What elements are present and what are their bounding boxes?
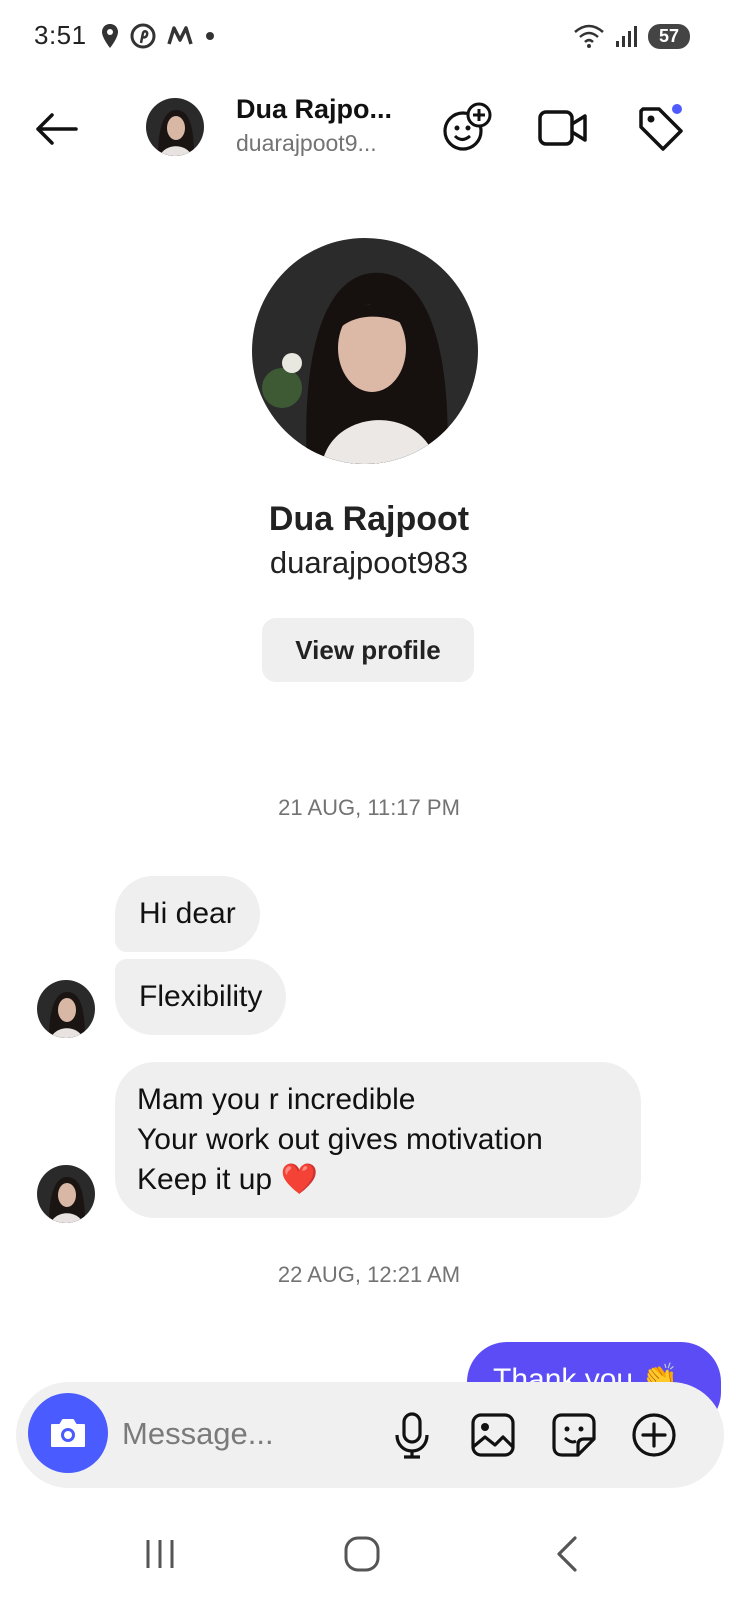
received-message[interactable]: Hi dear [115, 876, 260, 952]
status-time: 3:51 [34, 20, 87, 50]
message-composer [16, 1382, 724, 1488]
sender-avatar[interactable] [37, 1165, 95, 1223]
camera-button[interactable] [28, 1393, 108, 1473]
plus-circle-icon [632, 1413, 676, 1457]
profile-name: Dua Rajpoot [268, 500, 470, 538]
battery-icon: 57 [648, 23, 690, 49]
signal-icon [616, 26, 637, 47]
battery-level: 57 [658, 25, 680, 46]
message-input[interactable] [122, 1412, 382, 1456]
voice-message-button[interactable] [384, 1407, 440, 1463]
sticker-icon [552, 1413, 596, 1457]
more-options-button[interactable] [626, 1407, 682, 1463]
microphone-icon [395, 1412, 429, 1459]
avatar-photo [37, 980, 95, 1038]
header-username[interactable]: duarajpoot9... [236, 130, 377, 157]
message-line: Your work out gives motivation [137, 1123, 543, 1156]
sender-avatar[interactable] [37, 980, 95, 1038]
gallery-icon [471, 1413, 515, 1457]
profile-photo-image [252, 238, 478, 464]
back-button[interactable] [30, 104, 82, 154]
profile-username: duarajpoot983 [269, 545, 469, 580]
home-icon [344, 1536, 380, 1572]
header-name[interactable]: Dua Rajpo... [236, 94, 392, 125]
avatar-photo [37, 1165, 95, 1223]
message-line: Mam you r incredible [137, 1083, 416, 1116]
system-nav-bar [0, 1500, 738, 1599]
add-effect-icon [443, 102, 492, 151]
status-icons-left [100, 22, 216, 50]
received-message[interactable]: Mam you r incredible Your work out gives… [115, 1062, 641, 1218]
message-timestamp: 22 AUG, 12:21 AM [277, 1262, 461, 1287]
recent-apps-button[interactable] [130, 1532, 190, 1576]
camera-icon [51, 1419, 85, 1447]
sticker-button[interactable] [546, 1407, 602, 1463]
back-arrow-icon [36, 113, 78, 145]
message-timestamp: 21 AUG, 11:17 PM [278, 795, 460, 820]
dot-icon [206, 32, 214, 40]
header-avatar[interactable] [146, 98, 204, 156]
view-profile-button[interactable]: View profile [262, 618, 474, 682]
m-logo-icon [167, 26, 193, 45]
avatar-photo [146, 98, 204, 156]
status-bar: 3:51 57 [0, 0, 738, 76]
profile-photo[interactable] [252, 238, 478, 464]
home-button[interactable] [332, 1532, 392, 1576]
chat-header: Dua Rajpo... duarajpoot9... [0, 92, 738, 164]
received-message[interactable]: Flexibility [115, 959, 287, 1035]
pinterest-icon [130, 23, 156, 49]
wifi-icon [574, 24, 604, 48]
tag-button[interactable] [632, 100, 688, 156]
video-call-button[interactable] [535, 100, 591, 156]
video-call-icon [538, 110, 587, 146]
add-effect-button[interactable] [440, 100, 496, 156]
recent-apps-icon [146, 1540, 174, 1568]
location-pin-icon [102, 24, 118, 48]
status-icons-right: 57 [572, 22, 690, 50]
notification-dot [670, 102, 684, 116]
system-back-button[interactable] [536, 1532, 596, 1576]
back-icon [557, 1536, 577, 1572]
gallery-button[interactable] [465, 1407, 521, 1463]
message-line: Keep it up ❤️ [137, 1163, 318, 1196]
